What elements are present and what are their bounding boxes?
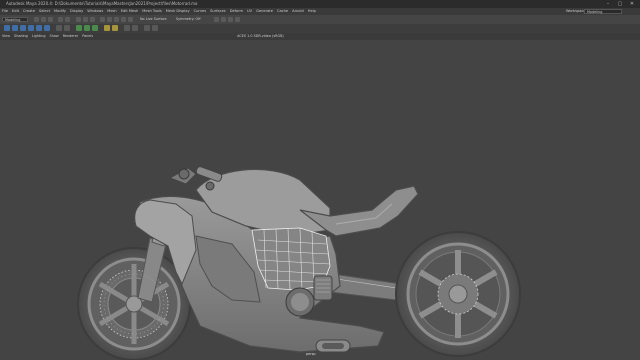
shelf-poly-sphere-icon[interactable] (4, 25, 10, 31)
shelf-smooth-icon[interactable] (124, 25, 130, 31)
menu-deform[interactable]: Deform (230, 8, 243, 15)
shelf-mirror-icon[interactable] (132, 25, 138, 31)
menu-edit-mesh[interactable]: Edit Mesh (121, 8, 139, 15)
panel-menu-panels[interactable]: Panels (82, 33, 93, 40)
panel-menus: View Shading Lighting Show Renderer Panels ACE… (2, 33, 284, 40)
hypershade-icon[interactable] (235, 17, 240, 22)
snap-grid-icon[interactable] (100, 17, 105, 22)
redo-icon[interactable] (65, 17, 70, 22)
close-button[interactable]: ✕ (628, 0, 636, 8)
camera-label: persp (306, 352, 316, 356)
shelf-poly-cube-icon[interactable] (12, 25, 18, 31)
motorcycle-model[interactable] (0, 40, 640, 360)
menu-curves[interactable]: Curves (194, 8, 206, 15)
ipr-render-icon[interactable] (221, 17, 226, 22)
panel-menu-shading[interactable]: Shading (14, 33, 28, 40)
menu-surfaces[interactable]: Surfaces (210, 8, 226, 15)
shelf-target-weld-icon[interactable] (112, 25, 118, 31)
shelf-separate-icon[interactable] (64, 25, 70, 31)
menu-mesh[interactable]: Mesh (107, 8, 116, 15)
snap-point-icon[interactable] (114, 17, 119, 22)
live-surface-label[interactable]: No Live Surface (140, 16, 167, 23)
main-menu-bar: File Edit Create Select Modify Display Windows… (0, 8, 640, 15)
shelf-poly-plane-icon[interactable] (44, 25, 50, 31)
menu-file[interactable]: File (2, 8, 8, 15)
symmetry-dropdown[interactable]: Symmetry: Off (176, 16, 201, 23)
shelf-poly-torus-icon[interactable] (36, 25, 42, 31)
window-title: Autodesk Maya 2020.4: D:\Dokumente\Tutor… (6, 1, 198, 6)
panel-menu-lighting[interactable]: Lighting (32, 33, 46, 40)
rear-wheel[interactable] (395, 231, 521, 357)
shelf-extrude-icon[interactable] (76, 25, 82, 31)
menu-display[interactable]: Display (70, 8, 83, 15)
title-bar: Autodesk Maya 2020.4: D:\Dokumente\Tutor… (0, 0, 640, 8)
shelf (0, 24, 640, 33)
panel-menu-renderer[interactable]: Renderer (63, 33, 78, 40)
shelf-bridge-icon[interactable] (84, 25, 90, 31)
shelf-multi-cut-icon[interactable] (104, 25, 110, 31)
minimize-button[interactable]: – (604, 0, 612, 8)
menu-generate[interactable]: Generate (256, 8, 273, 15)
undo-icon[interactable] (58, 17, 63, 22)
render-settings-icon[interactable] (228, 17, 233, 22)
workspace-dropdown[interactable]: Modeling (584, 9, 622, 14)
save-scene-icon[interactable] (48, 17, 53, 22)
color-space-dropdown[interactable]: ACES 1.0 SDR-video (sRGB) (237, 33, 284, 40)
menu-create[interactable]: Create (23, 8, 35, 15)
menu-mesh-tools[interactable]: Mesh Tools (142, 8, 161, 15)
new-scene-icon[interactable] (34, 17, 39, 22)
menu-cache[interactable]: Cache (277, 8, 288, 15)
menu-items: File Edit Create Select Modify Display Windows… (2, 8, 316, 15)
panel-menu-show[interactable]: Show (50, 33, 59, 40)
menu-select[interactable]: Select (39, 8, 50, 15)
panel-menu-view[interactable]: View (2, 33, 10, 40)
select-component-icon[interactable] (90, 17, 95, 22)
menu-set-dropdown[interactable]: Modeling (2, 17, 28, 22)
shelf-delete-history-icon[interactable] (152, 25, 158, 31)
shelf-poly-cylinder-icon[interactable] (20, 25, 26, 31)
shelf-combine-icon[interactable] (56, 25, 62, 31)
menu-arnold[interactable]: Arnold (292, 8, 304, 15)
select-object-icon[interactable] (83, 17, 88, 22)
menu-help[interactable]: Help (308, 8, 316, 15)
shelf-uv-editor-icon[interactable] (144, 25, 150, 31)
viewport-panel-bar: View Shading Lighting Show Renderer Panels ACE… (0, 33, 640, 40)
shelf-poly-cone-icon[interactable] (28, 25, 34, 31)
shelf-bevel-icon[interactable] (92, 25, 98, 31)
menu-edit[interactable]: Edit (12, 8, 19, 15)
menu-modify[interactable]: Modify (54, 8, 66, 15)
menu-mesh-display[interactable]: Mesh Display (166, 8, 190, 15)
maximize-button[interactable]: ▢ (616, 0, 624, 8)
make-live-icon[interactable] (128, 17, 133, 22)
render-frame-icon[interactable] (214, 17, 219, 22)
menu-uv[interactable]: UV (247, 8, 252, 15)
snap-view-icon[interactable] (121, 17, 126, 22)
open-scene-icon[interactable] (41, 17, 46, 22)
menu-windows[interactable]: Windows (87, 8, 103, 15)
snap-curve-icon[interactable] (107, 17, 112, 22)
select-hierarchy-icon[interactable] (76, 17, 81, 22)
perspective-viewport[interactable]: persp (0, 40, 640, 360)
